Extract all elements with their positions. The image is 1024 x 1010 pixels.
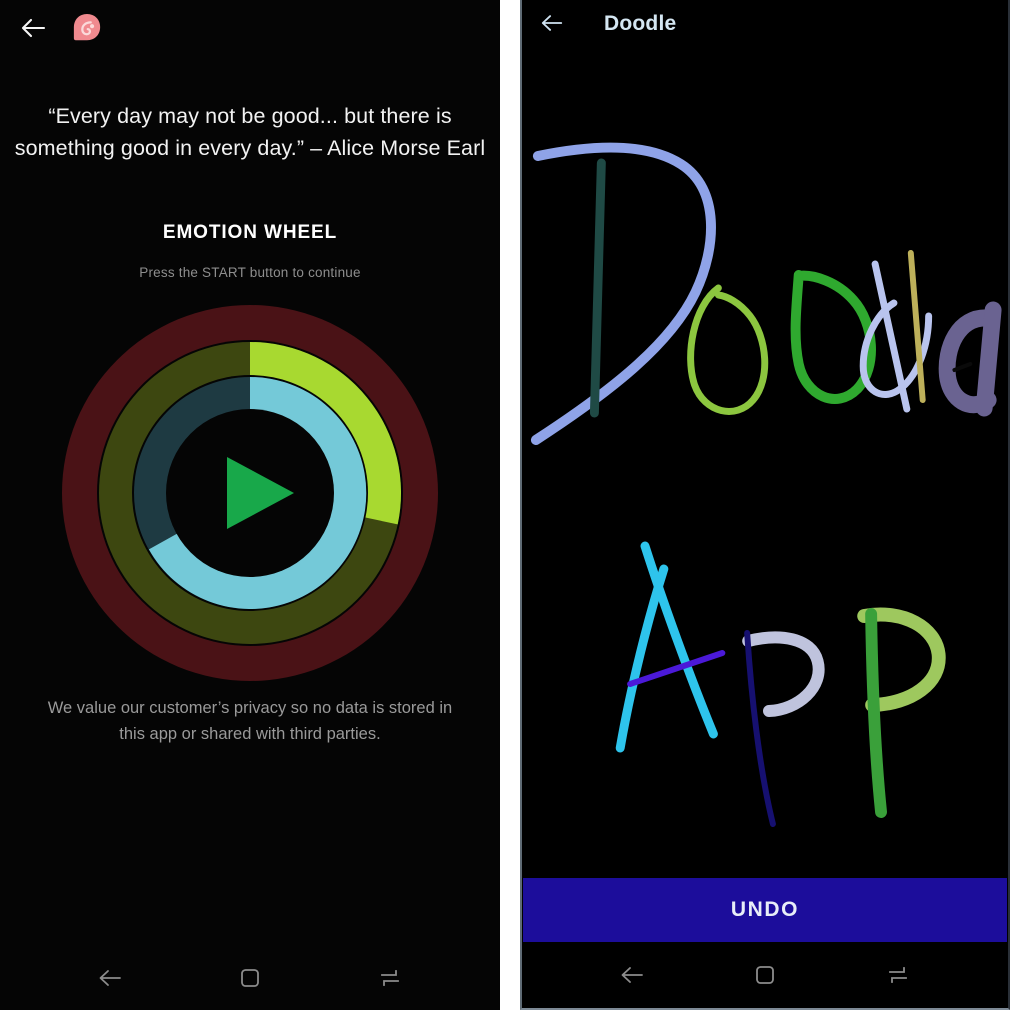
stroke-o-2 — [790, 270, 876, 404]
nav-recents-icon[interactable] — [370, 958, 410, 998]
nav-recents-icon[interactable] — [878, 955, 918, 995]
back-arrow-icon[interactable] — [20, 15, 46, 41]
stroke-A-crossbar — [627, 650, 726, 687]
page-title: Doodle — [604, 12, 677, 35]
daily-quote: “Every day may not be good... but there … — [14, 104, 486, 160]
stroke-d-stem — [871, 260, 911, 413]
stroke-p1-bowl — [742, 631, 825, 717]
doodle-canvas[interactable] — [522, 48, 1008, 878]
stroke-A-right — [640, 541, 718, 739]
app-logo-pin-icon[interactable] — [72, 12, 102, 44]
undo-button[interactable]: UNDO — [523, 878, 1007, 942]
screenshot-stage: “Every day may not be good... but there … — [0, 0, 1024, 1010]
stroke-e-tail — [975, 301, 1002, 417]
wheel-instruction: Press the START button to continue — [139, 265, 361, 280]
left-phone-screen: “Every day may not be good... but there … — [0, 0, 500, 1010]
android-navbar-left — [0, 946, 500, 1010]
stroke-D-curve — [530, 142, 716, 445]
nav-back-icon[interactable] — [612, 955, 652, 995]
stroke-P2-stem — [865, 608, 887, 818]
android-navbar-right — [522, 944, 1008, 1006]
privacy-notice: We value our customer’s privacy so no da… — [47, 699, 453, 743]
stroke-o-1 — [687, 284, 769, 415]
nav-home-icon[interactable] — [745, 955, 785, 995]
doodle-topbar: Doodle — [522, 0, 1008, 48]
back-arrow-icon[interactable] — [540, 11, 566, 37]
emotion-wheel[interactable] — [62, 305, 438, 681]
stroke-p1-stem — [744, 630, 776, 827]
page-title: EMOTION WHEEL — [162, 222, 338, 243]
stroke-D-stem — [589, 158, 606, 418]
stroke-e-bar — [952, 362, 973, 372]
nav-back-icon[interactable] — [90, 958, 130, 998]
nav-home-icon[interactable] — [230, 958, 270, 998]
left-topbar — [0, 0, 500, 56]
right-phone-screen: Doodle UNDO — [520, 0, 1010, 1010]
